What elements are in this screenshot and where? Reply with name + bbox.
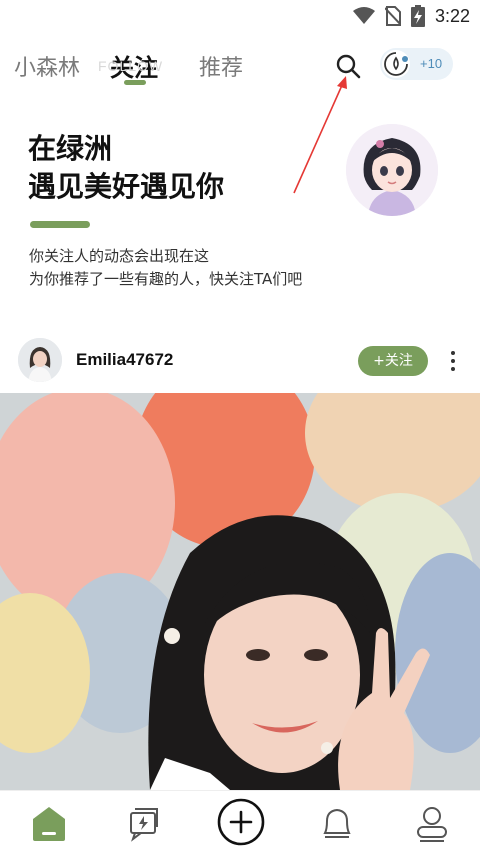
hero-accent-bar (30, 221, 90, 228)
nav-messages[interactable] (121, 801, 165, 845)
bottom-nav (0, 790, 480, 854)
nav-profile[interactable] (410, 801, 454, 845)
hero-title-line-1: 在绿洲 (28, 132, 113, 165)
tab-recommended[interactable]: 推荐 (199, 50, 243, 82)
tab-forest[interactable]: 小森林 (14, 50, 80, 82)
points-badge[interactable]: +10 (380, 48, 453, 80)
nav-notifications[interactable] (315, 801, 359, 845)
message-icon (130, 808, 158, 842)
battery-charging-icon (410, 5, 425, 27)
no-sim-icon (384, 6, 401, 26)
ghost-watermark-text: FOLLOW (98, 58, 164, 74)
add-icon (217, 798, 265, 846)
more-vertical-icon (451, 351, 455, 355)
bell-icon (323, 808, 351, 838)
search-icon (336, 54, 361, 79)
username[interactable]: Emilia47672 (76, 350, 173, 370)
active-tab-indicator (124, 80, 146, 85)
search-button[interactable] (334, 52, 362, 80)
water-drop-timer-icon (382, 50, 410, 78)
points-value: +10 (420, 56, 443, 71)
profile-icon (417, 807, 447, 842)
status-time: 3:22 (434, 5, 470, 26)
hero-description: 你关注人的动态会出现在这 为你推荐了一些有趣的人，快关注TA们吧 (29, 245, 302, 291)
follow-button[interactable]: +关注 (358, 346, 428, 376)
post-photo[interactable] (0, 393, 480, 790)
hero-title-line-2: 遇见美好遇见你 (28, 170, 225, 203)
hero-description-line-2: 为你推荐了一些有趣的人，快关注TA们吧 (29, 270, 303, 288)
home-icon (33, 807, 65, 841)
nav-add[interactable] (216, 797, 266, 847)
status-bar: 3:22 (0, 0, 480, 34)
nav-home[interactable] (27, 801, 71, 845)
wifi-icon (352, 7, 375, 24)
hero-description-line-1: 你关注人的动态会出现在这 (29, 247, 210, 265)
user-avatar[interactable] (18, 338, 62, 382)
more-options-button[interactable] (443, 347, 463, 375)
hero-title: 在绿洲 遇见美好遇见你 (28, 130, 224, 206)
hero-illustration (346, 124, 438, 216)
